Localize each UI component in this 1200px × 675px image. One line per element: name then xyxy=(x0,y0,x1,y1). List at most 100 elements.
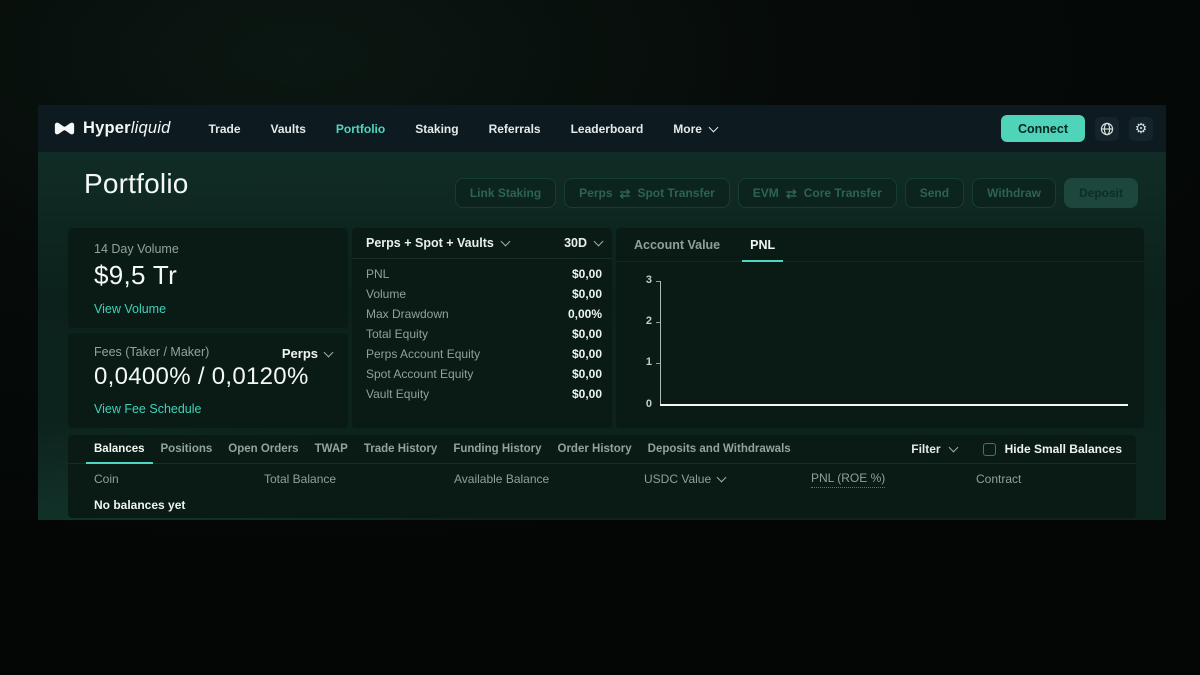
withdraw-button[interactable]: Withdraw xyxy=(972,178,1056,208)
deposit-button[interactable]: Deposit xyxy=(1064,178,1138,208)
column-usdc-value-sort[interactable]: USDC Value xyxy=(644,472,811,486)
tab-account-value[interactable]: Account Value xyxy=(632,228,722,261)
bottom-tabs: Balances Positions Open Orders TWAP Trad… xyxy=(68,435,1136,464)
nav-item-more[interactable]: More xyxy=(673,122,717,136)
stat-row-total-equity: Total Equity$0,00 xyxy=(366,324,602,344)
stat-row-max-drawdown: Max Drawdown0,00% xyxy=(366,304,602,324)
period-value: 30D xyxy=(564,236,587,250)
balances-table-header: Coin Total Balance Available Balance USD… xyxy=(68,464,1136,494)
tab-balances[interactable]: Balances xyxy=(94,435,145,463)
main-nav-items: Trade Vaults Portfolio Staking Referrals… xyxy=(209,122,717,136)
column-total-balance: Total Balance xyxy=(264,472,454,486)
nav-item-portfolio[interactable]: Portfolio xyxy=(336,122,385,136)
y-axis-tick: 3 xyxy=(616,275,652,286)
hide-small-balances-toggle[interactable]: Hide Small Balances xyxy=(983,442,1122,456)
link-staking-button[interactable]: Link Staking xyxy=(455,178,556,208)
y-axis-tick: 1 xyxy=(616,357,652,368)
tab-pnl[interactable]: PNL xyxy=(748,228,777,261)
tab-funding-history[interactable]: Funding History xyxy=(453,435,541,463)
column-coin: Coin xyxy=(94,472,264,486)
language-globe-button[interactable] xyxy=(1095,117,1119,141)
brand-name: Hyperliquid xyxy=(83,119,171,138)
volume-value: $9,5 Tr xyxy=(94,260,177,291)
column-available-balance: Available Balance xyxy=(454,472,644,486)
fees-card: Fees (Taker / Maker) Perps 0,0400% / 0,0… xyxy=(68,333,348,428)
hide-small-balances-checkbox[interactable] xyxy=(983,443,996,456)
globe-icon xyxy=(1100,122,1114,136)
tab-open-orders[interactable]: Open Orders xyxy=(228,435,298,463)
fees-card-label: Fees (Taker / Maker) xyxy=(94,345,209,359)
y-axis-tick: 2 xyxy=(616,316,652,327)
column-contract: Contract xyxy=(976,472,1136,486)
chevron-down-icon xyxy=(709,122,719,132)
stats-rows: PNL$0,00 Volume$0,00 Max Drawdown0,00% T… xyxy=(352,259,612,404)
brand[interactable]: Hyperliquid xyxy=(54,119,171,138)
page-title: Portfolio xyxy=(84,168,189,200)
chevron-down-icon xyxy=(594,237,604,247)
column-pnl-roe[interactable]: PNL (ROE %) xyxy=(811,471,976,488)
view-volume-link[interactable]: View Volume xyxy=(94,302,166,316)
filter-label: Filter xyxy=(911,442,940,456)
evm-label: EVM xyxy=(753,186,779,200)
filter-dropdown[interactable]: Filter xyxy=(911,442,956,456)
tab-twap[interactable]: TWAP xyxy=(315,435,348,463)
chevron-down-icon xyxy=(717,473,727,483)
stat-row-vault-equity: Vault Equity$0,00 xyxy=(366,384,602,404)
nav-item-vaults[interactable]: Vaults xyxy=(271,122,306,136)
volume-card: 14 Day Volume $9,5 Tr View Volume xyxy=(68,228,348,328)
fees-market-selector[interactable]: Perps xyxy=(282,346,332,361)
nav-right-controls: Connect ⚙ xyxy=(1001,115,1153,142)
tab-trade-history[interactable]: Trade History xyxy=(364,435,438,463)
y-axis-line xyxy=(660,281,661,406)
nav-item-referrals[interactable]: Referrals xyxy=(489,122,541,136)
fees-value: 0,0400% / 0,0120% xyxy=(94,363,309,391)
nav-item-trade[interactable]: Trade xyxy=(209,122,241,136)
more-label: More xyxy=(673,122,702,136)
chevron-down-icon xyxy=(500,237,510,247)
account-action-buttons: Link Staking Perps ⇄ Spot Transfer EVM ⇄… xyxy=(455,178,1138,208)
stat-row-perps-account-equity: Perps Account Equity$0,00 xyxy=(366,344,602,364)
y-axis-tick: 0 xyxy=(616,399,652,410)
tab-order-history[interactable]: Order History xyxy=(558,435,632,463)
chevron-down-icon xyxy=(948,443,958,453)
perps-label: Perps xyxy=(579,186,612,200)
period-selector[interactable]: 30D xyxy=(564,236,602,250)
pnl-chart-panel: Account Value PNL 3 2 1 0 xyxy=(616,228,1144,428)
account-stats-panel: Perps + Spot + Vaults 30D PNL$0,00 Volum… xyxy=(352,228,612,428)
top-nav: Hyperliquid Trade Vaults Portfolio Staki… xyxy=(38,105,1166,152)
perps-spot-transfer-button[interactable]: Perps ⇄ Spot Transfer xyxy=(564,178,730,208)
portfolio-content: Portfolio Link Staking Perps ⇄ Spot Tran… xyxy=(38,152,1166,520)
stat-row-spot-account-equity: Spot Account Equity$0,00 xyxy=(366,364,602,384)
volume-card-label: 14 Day Volume xyxy=(94,242,179,256)
nav-item-leaderboard[interactable]: Leaderboard xyxy=(571,122,644,136)
spot-transfer-label: Spot Transfer xyxy=(637,186,714,200)
stat-row-pnl: PNL$0,00 xyxy=(366,264,602,284)
bottom-tabs-right: Filter Hide Small Balances xyxy=(911,442,1122,456)
tab-positions[interactable]: Positions xyxy=(161,435,213,463)
screen-background: Hyperliquid Trade Vaults Portfolio Staki… xyxy=(0,0,1200,675)
empty-balances-message: No balances yet xyxy=(68,494,1136,516)
scope-selector[interactable]: Perps + Spot + Vaults xyxy=(366,236,509,250)
core-transfer-label: Core Transfer xyxy=(804,186,882,200)
settings-gear-button[interactable]: ⚙ xyxy=(1129,117,1153,141)
evm-core-transfer-button[interactable]: EVM ⇄ Core Transfer xyxy=(738,178,897,208)
send-button[interactable]: Send xyxy=(905,178,964,208)
balances-panel: Balances Positions Open Orders TWAP Trad… xyxy=(68,435,1136,518)
hide-small-balances-label: Hide Small Balances xyxy=(1005,442,1122,456)
view-fee-schedule-link[interactable]: View Fee Schedule xyxy=(94,402,201,416)
pnl-line-chart: 3 2 1 0 xyxy=(616,261,1144,428)
app-window: Hyperliquid Trade Vaults Portfolio Staki… xyxy=(38,105,1166,520)
hyperliquid-logo-icon xyxy=(54,121,75,136)
gear-icon: ⚙ xyxy=(1135,120,1148,137)
scope-value: Perps + Spot + Vaults xyxy=(366,236,494,250)
pnl-data-line xyxy=(660,404,1128,406)
swap-arrows-icon: ⇄ xyxy=(786,187,797,200)
swap-arrows-icon: ⇄ xyxy=(620,187,631,200)
nav-item-staking[interactable]: Staking xyxy=(415,122,458,136)
stats-panel-header: Perps + Spot + Vaults 30D xyxy=(352,228,612,259)
tab-deposits-withdrawals[interactable]: Deposits and Withdrawals xyxy=(648,435,791,463)
stat-row-volume: Volume$0,00 xyxy=(366,284,602,304)
chevron-down-icon xyxy=(324,347,334,357)
fees-selector-value: Perps xyxy=(282,346,318,361)
connect-button[interactable]: Connect xyxy=(1001,115,1085,142)
